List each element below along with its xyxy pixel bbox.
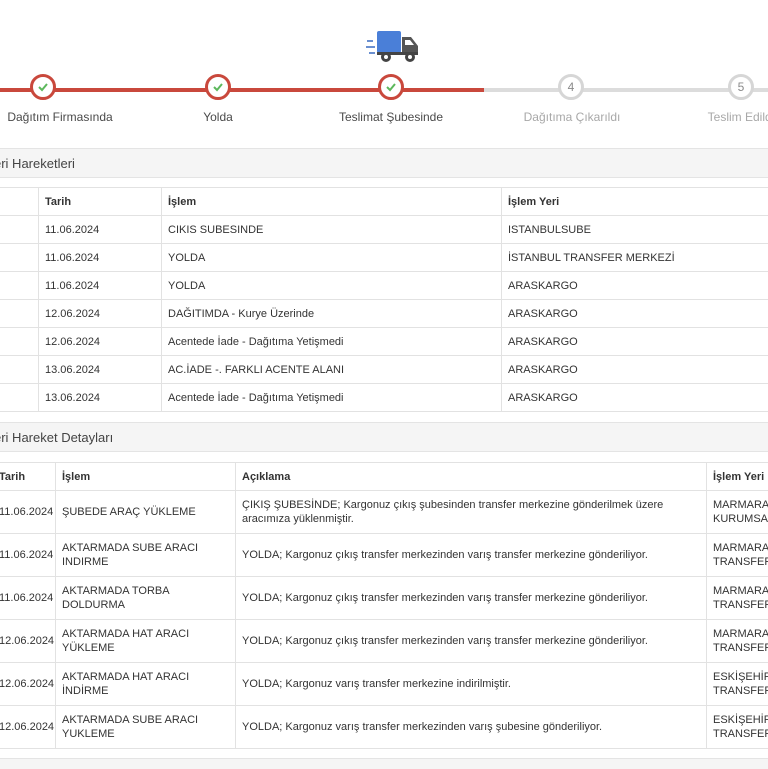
- table-row: 11.06.2024ŞUBEDE ARAÇ YÜKLEMEÇIKIŞ ŞUBES…: [0, 491, 768, 534]
- action-cell: Acentede İade - Dağıtıma Yetişmedi: [162, 384, 502, 412]
- column-header: [0, 188, 39, 216]
- place-cell: ARASKARGO: [502, 272, 768, 300]
- column-header-action: İşlem: [56, 463, 236, 491]
- description-cell: YOLDA; Kargonuz varış transfer merkezind…: [236, 706, 707, 749]
- column-header-description: Açıklama: [236, 463, 707, 491]
- date-cell: 13.06.2024: [39, 356, 162, 384]
- place-cell: MARMARA TRANSFER: [707, 577, 768, 620]
- date-cell: 12.06.2024: [0, 706, 56, 749]
- delivery-truck-icon: [366, 26, 420, 66]
- step-1-label: Dağıtım Firmasında: [0, 110, 135, 124]
- section-title: eri Hareketleri: [0, 156, 75, 171]
- column-header-date: Tarih: [39, 188, 162, 216]
- action-cell: AKTARMADA HAT ARACI YÜKLEME: [56, 620, 236, 663]
- action-cell: AKTARMADA TORBA DOLDURMA: [56, 577, 236, 620]
- column-header-place: İşlem Yeri: [707, 463, 768, 491]
- description-cell: YOLDA; Kargonuz varış transfer merkezine…: [236, 663, 707, 706]
- step-5-label: Teslim Edildi: [666, 110, 768, 124]
- section-title: eri Hareket Detayları: [0, 430, 113, 445]
- step-5-circle: 5: [728, 74, 754, 100]
- place-cell: ISTANBULSUBE: [502, 216, 768, 244]
- action-cell: YOLDA: [162, 272, 502, 300]
- action-cell: AKTARMADA SUBE ARACI YUKLEME: [56, 706, 236, 749]
- date-cell: 12.06.2024: [39, 300, 162, 328]
- description-cell: YOLDA; Kargonuz çıkış transfer merkezind…: [236, 620, 707, 663]
- action-cell: DAĞITIMDA - Kurye Üzerinde: [162, 300, 502, 328]
- action-cell: AKTARMADA SUBE ARACI INDIRME: [56, 534, 236, 577]
- date-cell: 12.06.2024: [0, 663, 56, 706]
- description-cell: ÇIKIŞ ŞUBESİNDE; Kargonuz çıkış şubesind…: [236, 491, 707, 534]
- table-row: 13.06.2024AC.İADE -. FARKLI ACENTE ALANI…: [0, 356, 768, 384]
- step-3-label: Teslimat Şubesinde: [316, 110, 466, 124]
- shipment-movements-header: eri Hareketleri: [0, 148, 768, 178]
- progress-track-completed: [0, 88, 484, 92]
- step-4-label: Dağıtıma Çıkarıldı: [497, 110, 647, 124]
- place-cell: MARMARA KURUMSAL: [707, 491, 768, 534]
- movement-details-table: Tarih İşlem Açıklama İşlem Yeri 11.06.20…: [0, 462, 768, 749]
- table-row: 11.06.2024YOLDAİSTANBUL TRANSFER MERKEZİ: [0, 244, 768, 272]
- place-cell: ARASKARGO: [502, 328, 768, 356]
- place-cell: MARMARA TRANSFER: [707, 620, 768, 663]
- action-cell: Acentede İade - Dağıtıma Yetişmedi: [162, 328, 502, 356]
- description-cell: YOLDA; Kargonuz çıkış transfer merkezind…: [236, 534, 707, 577]
- table-row: 12.06.2024AKTARMADA HAT ARACI İNDİRMEYOL…: [0, 663, 768, 706]
- table-header-row: Tarih İşlem İşlem Yeri: [0, 188, 768, 216]
- action-cell: CIKIS SUBESINDE: [162, 216, 502, 244]
- action-cell: AKTARMADA HAT ARACI İNDİRME: [56, 663, 236, 706]
- table-row: 11.06.2024AKTARMADA TORBA DOLDURMAYOLDA;…: [0, 577, 768, 620]
- table-row: 11.06.2024CIKIS SUBESINDEISTANBULSUBE: [0, 216, 768, 244]
- movement-details-header: eri Hareket Detayları: [0, 422, 768, 452]
- place-cell: MARMARA TRANSFER: [707, 534, 768, 577]
- table-header-row: Tarih İşlem Açıklama İşlem Yeri: [0, 463, 768, 491]
- column-header-action: İşlem: [162, 188, 502, 216]
- place-cell: ESKİŞEHİR TRANSFER: [707, 706, 768, 749]
- date-cell: 11.06.2024: [0, 534, 56, 577]
- table-row: 12.06.2024DAĞITIMDA - Kurye ÜzerindeARAS…: [0, 300, 768, 328]
- table-row: 11.06.2024AKTARMADA SUBE ARACI INDIRMEYO…: [0, 534, 768, 577]
- date-cell: 13.06.2024: [39, 384, 162, 412]
- place-cell: ESKİŞEHİR TRANSFER: [707, 663, 768, 706]
- date-cell: 12.06.2024: [39, 328, 162, 356]
- action-cell: AC.İADE -. FARKLI ACENTE ALANI: [162, 356, 502, 384]
- check-icon: [386, 82, 396, 92]
- column-header-date: Tarih: [0, 463, 56, 491]
- progress-track-pending: [484, 88, 768, 92]
- place-cell: İSTANBUL TRANSFER MERKEZİ: [502, 244, 768, 272]
- place-cell: ARASKARGO: [502, 384, 768, 412]
- place-cell: ARASKARGO: [502, 356, 768, 384]
- action-cell: YOLDA: [162, 244, 502, 272]
- place-cell: ARASKARGO: [502, 300, 768, 328]
- date-cell: 12.06.2024: [0, 620, 56, 663]
- next-section-header: [0, 758, 768, 769]
- table-row: 13.06.2024Acentede İade - Dağıtıma Yetiş…: [0, 384, 768, 412]
- step-2-circle: [205, 74, 231, 100]
- date-cell: 11.06.2024: [39, 272, 162, 300]
- date-cell: 11.06.2024: [39, 216, 162, 244]
- shipment-movements-table: Tarih İşlem İşlem Yeri 11.06.2024CIKIS S…: [0, 187, 768, 412]
- action-cell: ŞUBEDE ARAÇ YÜKLEME: [56, 491, 236, 534]
- date-cell: 11.06.2024: [0, 491, 56, 534]
- date-cell: 11.06.2024: [0, 577, 56, 620]
- check-icon: [213, 82, 223, 92]
- check-icon: [38, 82, 48, 92]
- step-3-circle: [378, 74, 404, 100]
- table-row: 11.06.2024YOLDAARASKARGO: [0, 272, 768, 300]
- table-row: 12.06.2024AKTARMADA HAT ARACI YÜKLEMEYOL…: [0, 620, 768, 663]
- step-2-label: Yolda: [143, 110, 293, 124]
- date-cell: 11.06.2024: [39, 244, 162, 272]
- column-header-place: İşlem Yeri: [502, 188, 768, 216]
- table-row: 12.06.2024AKTARMADA SUBE ARACI YUKLEMEYO…: [0, 706, 768, 749]
- step-4-circle: 4: [558, 74, 584, 100]
- step-1-circle: [30, 74, 56, 100]
- table-row: 12.06.2024Acentede İade - Dağıtıma Yetiş…: [0, 328, 768, 356]
- description-cell: YOLDA; Kargonuz çıkış transfer merkezind…: [236, 577, 707, 620]
